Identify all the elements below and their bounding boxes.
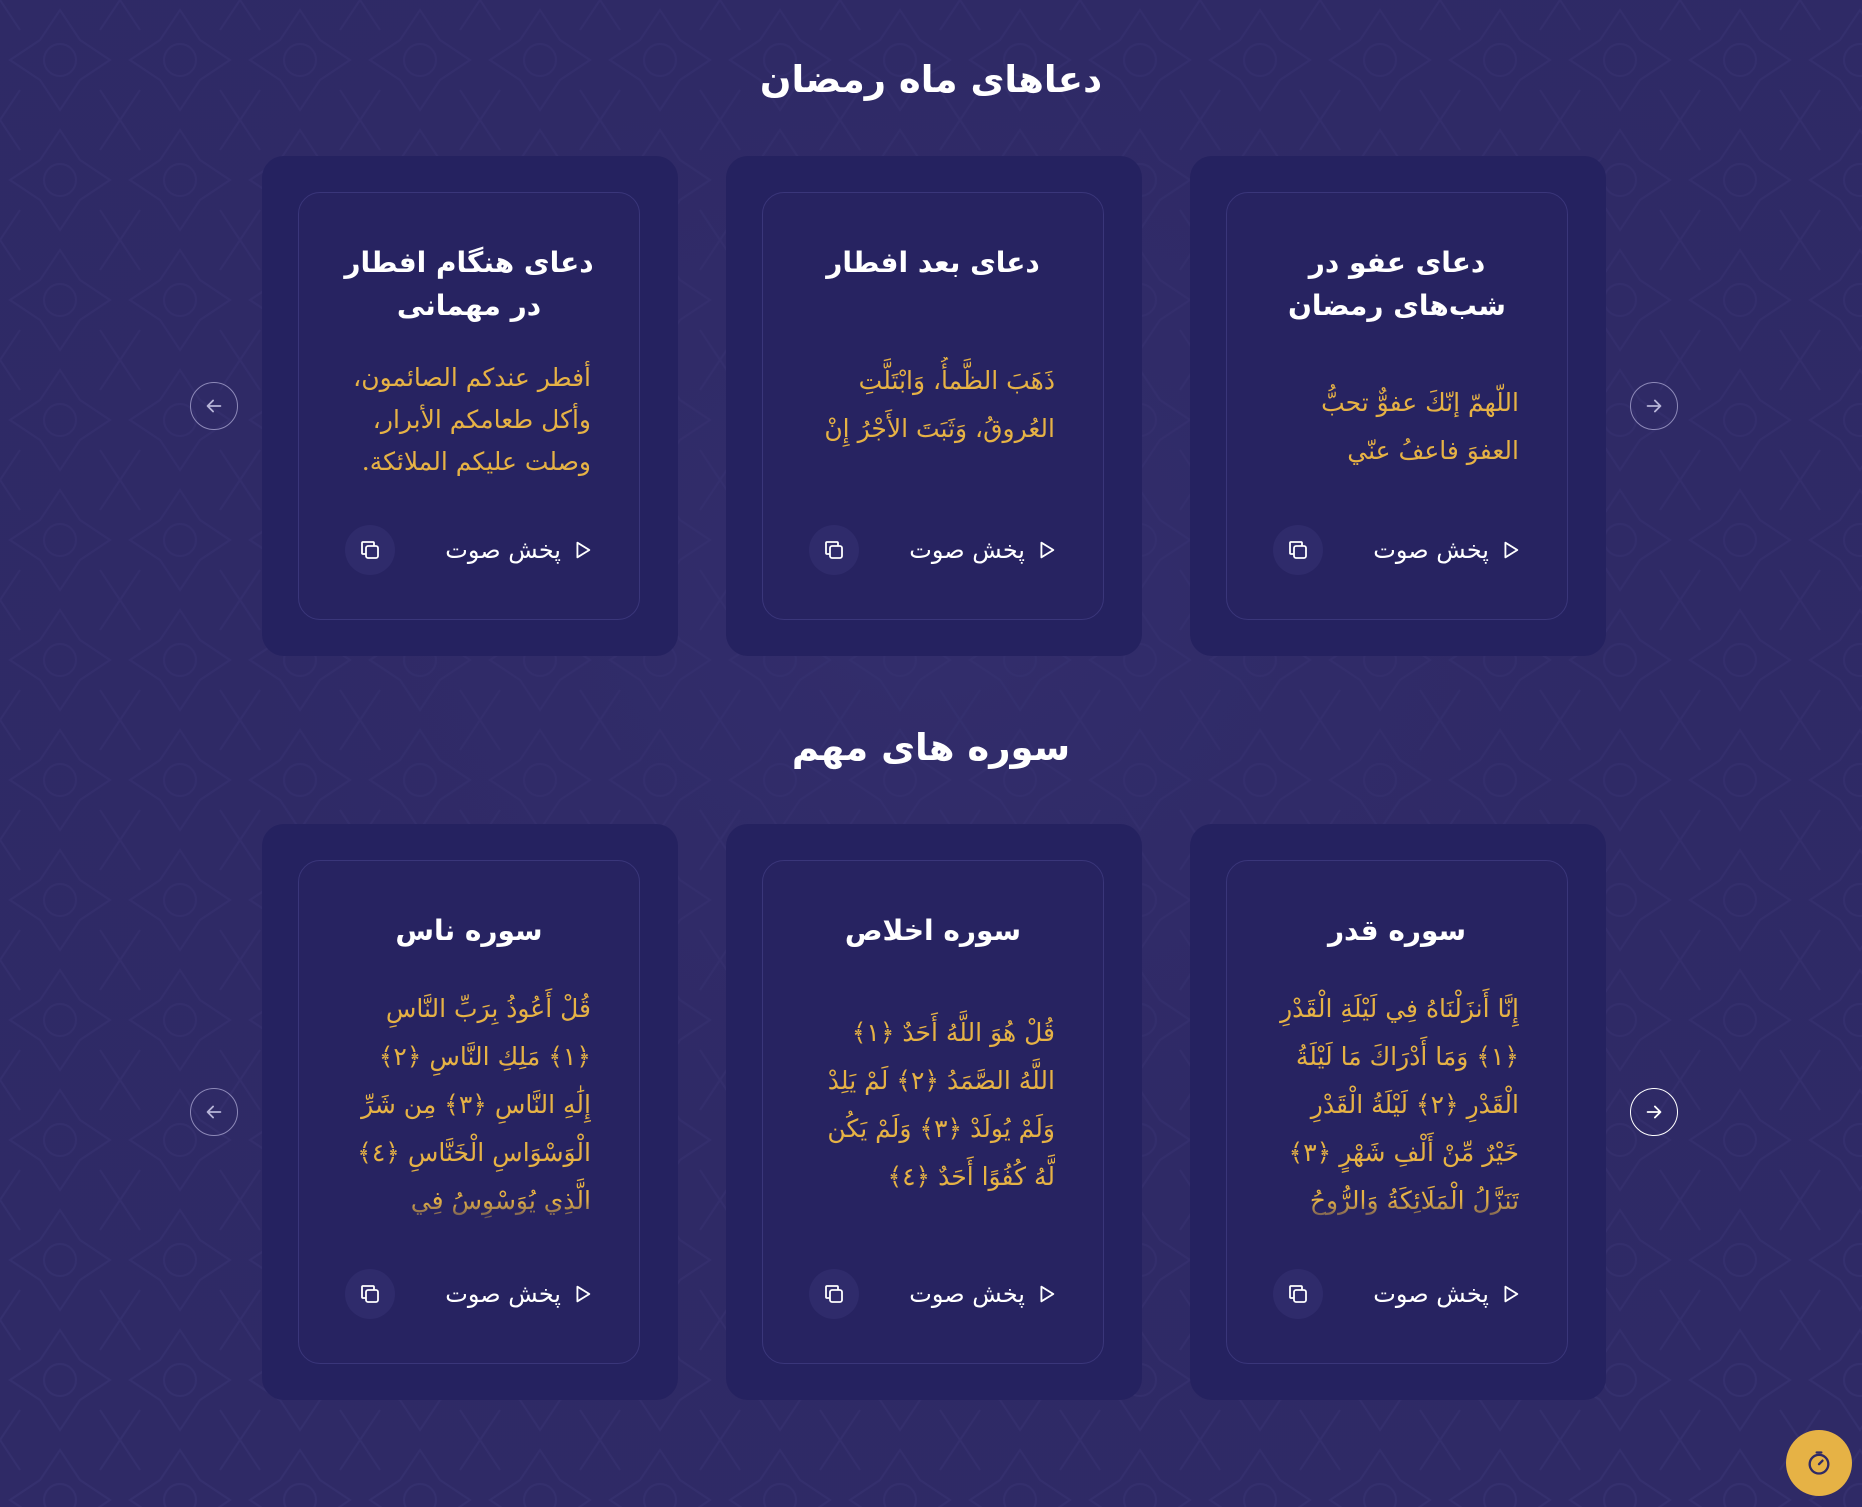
card-surah: سوره ناس قُلْ أَعُوذُ بِرَبِّ النَّاسِ ﴿… [262, 824, 678, 1400]
play-icon [1040, 1285, 1055, 1303]
play-audio-button[interactable]: پخش صوت [1373, 525, 1521, 575]
copy-button[interactable] [1273, 525, 1323, 575]
arrow-right-icon [1646, 1105, 1662, 1119]
play-audio-button[interactable]: پخش صوت [445, 525, 593, 575]
card-text: أفطر عندكم الصائمون، وأكل طعامكم الأبرار… [353, 363, 591, 476]
card-text: قُلْ أَعُوذُ بِرَبِّ النَّاسِ ﴿١﴾ مَلِكِ… [357, 994, 591, 1215]
card-text: اللّهمّ إنّكَ عفوٌّ تحبُّ العفوَ فاعفُ ع… [1321, 388, 1519, 465]
card-title: سوره ناس [395, 914, 543, 947]
timer-button[interactable] [1786, 1430, 1852, 1496]
copy-icon [361, 541, 379, 559]
carousel-next-button[interactable] [1630, 1088, 1678, 1136]
play-icon [576, 1285, 591, 1303]
copy-icon [825, 1285, 843, 1303]
card-surah: سوره قدر إِنَّا أَنزَلْنَاهُ فِي لَيْلَة… [1190, 824, 1606, 1400]
copy-button[interactable] [345, 525, 395, 575]
play-icon [576, 541, 591, 559]
arrow-right-icon [1646, 399, 1662, 413]
copy-icon [1289, 541, 1307, 559]
play-audio-button[interactable]: پخش صوت [909, 525, 1057, 575]
card-dua: دعای هنگام افطار در مهمانی أفطر عندكم ال… [262, 156, 678, 656]
play-icon [1040, 541, 1055, 559]
card-text: إِنَّا أَنزَلْنَاهُ فِي لَيْلَةِ الْقَدْ… [1280, 994, 1519, 1215]
play-audio-label: پخش صوت [445, 536, 561, 564]
copy-button[interactable] [345, 1269, 395, 1319]
carousel-next-button[interactable] [1630, 382, 1678, 430]
card-dua: دعای عفو در شب‌های رمضان اللّهمّ إنّكَ ع… [1190, 156, 1606, 656]
copy-button[interactable] [1273, 1269, 1323, 1319]
carousel-prev-button[interactable] [190, 1088, 238, 1136]
play-audio-label: پخش صوت [909, 1280, 1025, 1308]
card-surah: سوره اخلاص قُلْ هُوَ اللَّهُ أَحَدٌ ﴿١﴾ … [726, 824, 1142, 1400]
text-fade [347, 1201, 591, 1227]
copy-icon [1289, 1285, 1307, 1303]
play-audio-label: پخش صوت [1373, 536, 1489, 564]
play-audio-button[interactable]: پخش صوت [909, 1269, 1057, 1319]
play-icon [1504, 541, 1519, 559]
card-text: قُلْ هُوَ اللَّهُ أَحَدٌ ﴿١﴾ اللَّهُ الص… [827, 1018, 1055, 1191]
play-audio-button[interactable]: پخش صوت [1373, 1269, 1521, 1319]
card-title: سوره قدر [1327, 914, 1467, 947]
card-title: دعای هنگام افطار در مهمانی [344, 246, 594, 322]
play-audio-label: پخش صوت [1373, 1280, 1489, 1308]
card-dua: دعای بعد افطار ذَهَبَ الظَّمأُ، وَابْتَل… [726, 156, 1142, 656]
section-title-important-surahs: سوره های مهم [791, 726, 1071, 769]
section-title-ramadan-duas: دعاهای ماه رمضان [759, 58, 1103, 101]
card-actions: پخش صوت [345, 525, 593, 575]
card-actions: پخش صوت [1273, 1269, 1521, 1319]
carousel-important-surahs: سوره قدر إِنَّا أَنزَلْنَاهُ فِي لَيْلَة… [0, 824, 1862, 1400]
play-audio-label: پخش صوت [909, 536, 1025, 564]
card-title: دعای عفو در شب‌های رمضان [1288, 246, 1506, 322]
carousel-prev-button[interactable] [190, 382, 238, 430]
card-title: سوره اخلاص [844, 914, 1022, 947]
play-icon [1504, 1285, 1519, 1303]
card-actions: پخش صوت [1273, 525, 1521, 575]
arrow-left-icon [206, 1105, 222, 1119]
card-actions: پخش صوت [809, 1269, 1057, 1319]
copy-icon [825, 541, 843, 559]
card-title: دعای بعد افطار [826, 246, 1040, 279]
copy-icon [361, 1285, 379, 1303]
text-fade [1275, 1201, 1519, 1227]
card-text: ذَهَبَ الظَّمأُ، وَابْتَلَّتِ العُروقُ، … [824, 366, 1055, 443]
arrow-left-icon [206, 399, 222, 413]
carousel-ramadan-duas: دعای عفو در شب‌های رمضان اللّهمّ إنّكَ ع… [0, 156, 1862, 656]
play-audio-label: پخش صوت [445, 1280, 561, 1308]
card-actions: پخش صوت [809, 525, 1057, 575]
copy-button[interactable] [809, 525, 859, 575]
copy-button[interactable] [809, 1269, 859, 1319]
play-audio-button[interactable]: پخش صوت [445, 1269, 593, 1319]
timer-icon [1808, 1451, 1830, 1475]
card-actions: پخش صوت [345, 1269, 593, 1319]
